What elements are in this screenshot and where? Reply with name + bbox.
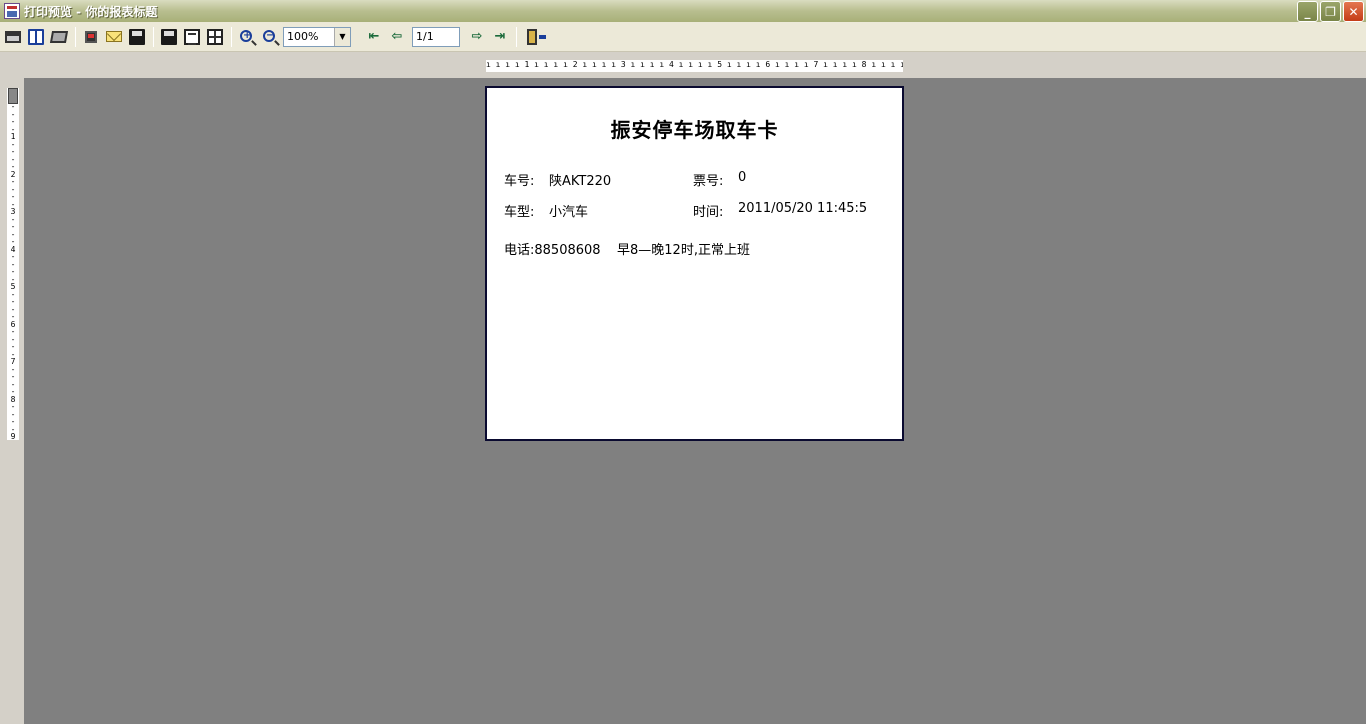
- toolbar-separator: [75, 26, 76, 47]
- multi-page-button[interactable]: [204, 26, 226, 48]
- next-page-button[interactable]: ⇨: [466, 26, 488, 48]
- zoom-out-button[interactable]: −: [259, 26, 281, 48]
- ticket-no-value: 0: [738, 170, 747, 185]
- print-button[interactable]: [2, 26, 24, 48]
- single-page-button[interactable]: [181, 26, 203, 48]
- flag-icon: [85, 30, 97, 43]
- zoom-select[interactable]: 100% ▼: [283, 26, 351, 47]
- mail-button[interactable]: [103, 26, 125, 48]
- vertical-ruler-ticks: ----1----2----3----4----5----6----7----8…: [7, 103, 19, 440]
- toolbar-separator: [516, 26, 517, 47]
- four-page-icon: [207, 28, 223, 45]
- time-value: 2011/05/20 11:45:5: [738, 201, 868, 216]
- exit-icon: [527, 28, 546, 45]
- car-type-value: 小汽车: [549, 205, 589, 220]
- save-as-button[interactable]: [158, 26, 180, 48]
- app-icon: [4, 3, 20, 19]
- close-button[interactable]: ✕: [1343, 1, 1364, 22]
- window-title: 打印预览 - 你的报表标题: [24, 4, 158, 19]
- save-disk-icon: [129, 28, 145, 45]
- ruler-tick-label: 9: [10, 432, 16, 440]
- car-no-value: 陕AKT220: [549, 174, 612, 189]
- exit-button[interactable]: [521, 26, 546, 48]
- zoom-value: 100%: [287, 30, 319, 43]
- zoom-in-icon: +: [240, 29, 252, 42]
- zoom-in-button[interactable]: +: [236, 26, 258, 48]
- title-bar: 打印预览 - 你的报表标题 _ ❐ ✕: [0, 0, 1366, 22]
- first-page-icon: ⇤: [368, 29, 380, 44]
- toolbar: + − 100% ▼ ⇤ ⇦ 1/1 ⇨ ⇥: [0, 22, 1366, 52]
- open-button[interactable]: [25, 26, 47, 48]
- car-type-label: 车型:: [504, 205, 535, 220]
- restore-button[interactable]: ❐: [1320, 1, 1341, 22]
- window-controls: _ ❐ ✕: [1297, 1, 1364, 22]
- save-disk-icon: [161, 28, 177, 45]
- horizontal-ruler: ı ı ı ı 1 ı ı ı ı 2 ı ı ı ı 3 ı ı ı ı 4 …: [486, 60, 903, 72]
- open-book-icon: [28, 28, 44, 45]
- ruler-area: ı ı ı ı 1 ı ı ı ı 2 ı ı ı ı 3 ı ı ı ı 4 …: [0, 52, 1366, 78]
- page-number-input[interactable]: 1/1: [412, 26, 460, 47]
- print-icon: [5, 30, 21, 43]
- time-label: 时间:: [693, 205, 724, 220]
- first-page-button[interactable]: ⇤: [363, 26, 385, 48]
- printer-setup-button[interactable]: [48, 26, 70, 48]
- mail-icon: [106, 31, 122, 42]
- save-button[interactable]: [126, 26, 148, 48]
- ticket-no-label: 票号:: [693, 174, 724, 189]
- printer-setup-icon: [49, 30, 69, 43]
- chevron-down-icon[interactable]: ▼: [334, 27, 350, 46]
- hours-line: 早8—晚12时,正常上班: [617, 243, 750, 258]
- report-title: 振安停车场取车卡: [610, 118, 779, 142]
- phone-line: 电话:88508608: [504, 243, 601, 258]
- next-page-icon: ⇨: [471, 29, 483, 44]
- vertical-ruler[interactable]: ----1----2----3----4----5----6----7----8…: [7, 88, 19, 440]
- zoom-out-icon: −: [263, 29, 275, 42]
- prev-page-icon: ⇦: [391, 29, 403, 44]
- flag-button[interactable]: [80, 26, 102, 48]
- last-page-button[interactable]: ⇥: [489, 26, 511, 48]
- car-no-label: 车号:: [504, 174, 535, 189]
- last-page-icon: ⇥: [494, 29, 506, 44]
- prev-page-button[interactable]: ⇦: [386, 26, 408, 48]
- preview-page: 振安停车场取车卡 车号: 陕AKT220 票号: 0 车型: 小汽车 时间: 2…: [485, 86, 904, 441]
- minimize-button[interactable]: _: [1297, 1, 1318, 22]
- single-page-icon: [184, 28, 200, 45]
- toolbar-separator: [153, 26, 154, 47]
- toolbar-separator: [231, 26, 232, 47]
